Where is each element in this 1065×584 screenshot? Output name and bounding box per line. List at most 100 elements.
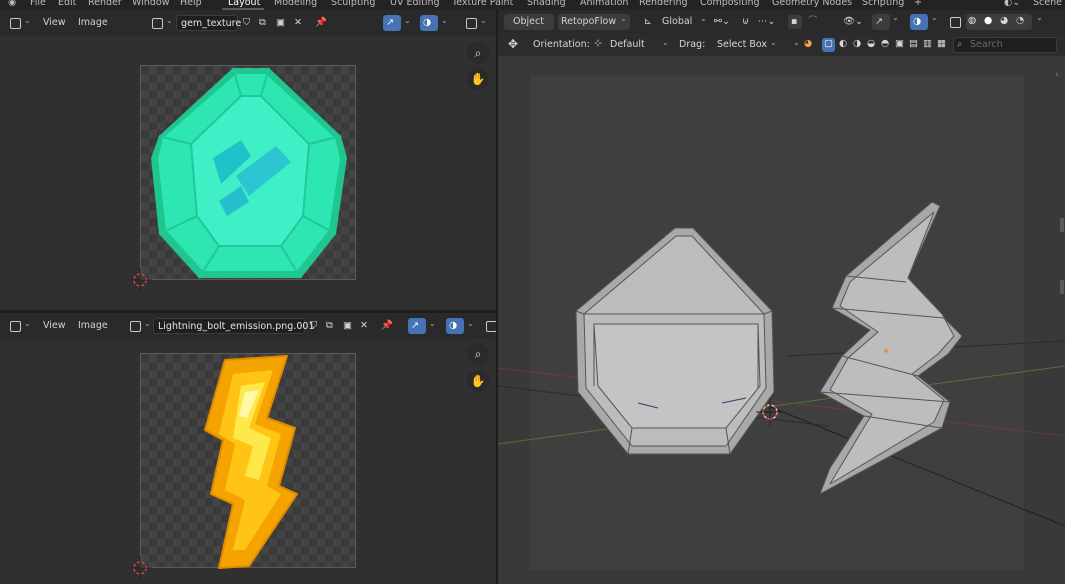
select-mode-set-button[interactable]: ▢ bbox=[822, 38, 835, 52]
workspace-tab-geometry-nodes[interactable]: Geometry Nodes bbox=[772, 0, 852, 8]
pan-hand-icon[interactable]: ✋ bbox=[467, 370, 489, 392]
add-workspace-icon[interactable]: + bbox=[914, 0, 922, 8]
workspace-tab-scripting[interactable]: Scripting bbox=[862, 0, 904, 8]
chevron-down-icon[interactable]: ⌄ bbox=[166, 16, 173, 25]
scene-name[interactable]: Scene bbox=[1033, 0, 1062, 8]
tool-option-icon[interactable]: ▥ bbox=[923, 38, 932, 49]
zoom-icon[interactable]: ⌕ bbox=[467, 343, 489, 365]
2d-cursor-icon[interactable] bbox=[128, 556, 152, 580]
select-extend-icon[interactable]: ◐ bbox=[839, 38, 847, 49]
menu-render[interactable]: Render bbox=[88, 0, 122, 8]
unlink-image-icon[interactable]: ✕ bbox=[360, 319, 368, 333]
menu-edit[interactable]: Edit bbox=[58, 0, 76, 8]
pivot-link-icon[interactable]: ⚯⌄ bbox=[714, 15, 730, 29]
view-menu[interactable]: View bbox=[43, 16, 66, 30]
chevron-down-icon[interactable]: ⌄ bbox=[144, 319, 151, 328]
zoom-icon[interactable]: ⌕ bbox=[467, 42, 489, 64]
image-menu[interactable]: Image bbox=[78, 319, 108, 333]
workspace-tab-sculpting[interactable]: Sculpting bbox=[331, 0, 375, 8]
overlays-toggle[interactable]: ◑ bbox=[910, 14, 928, 30]
fake-user-shield-icon[interactable]: ⛉ bbox=[310, 319, 317, 333]
visibility-icon[interactable]: 👁⌄ bbox=[843, 15, 863, 29]
falloff-icon[interactable]: ⌒ bbox=[808, 15, 818, 29]
workspace-tab-modeling[interactable]: Modeling bbox=[274, 0, 317, 8]
workspace-tab-uv-editing[interactable]: UV Editing bbox=[390, 0, 440, 8]
transform-orientation-value[interactable]: Global bbox=[662, 15, 692, 29]
image-browse-icon[interactable] bbox=[152, 17, 163, 29]
select-intersect-icon[interactable]: ◓ bbox=[881, 38, 889, 49]
gizmo-toggle[interactable]: ↗ bbox=[872, 14, 890, 30]
retopoflow-menu[interactable]: RetopoFlow ⌄ bbox=[558, 14, 630, 30]
overlay-icon[interactable] bbox=[466, 17, 477, 29]
menu-help[interactable]: Help bbox=[180, 0, 202, 8]
image-canvas-bolt[interactable] bbox=[140, 353, 356, 569]
chevron-down-icon[interactable]: ⌄ bbox=[404, 16, 411, 25]
3d-viewport[interactable]: Object RetopoFlow ⌄ ⊾ Global ⌄ ⚯⌄ ⊍ ⋯⌄ ▪… bbox=[498, 10, 1065, 584]
sample-tool-button[interactable]: ↗ bbox=[383, 15, 401, 31]
workspace-tab-rendering[interactable]: Rendering bbox=[639, 0, 688, 8]
display-mode-button[interactable]: ◑ bbox=[446, 318, 464, 334]
workspace-tab-animation[interactable]: Animation bbox=[580, 0, 628, 8]
wireframe-shading-icon[interactable]: ◍ bbox=[968, 14, 976, 28]
tool-option-icon[interactable]: ▣ bbox=[895, 38, 904, 49]
drag-value[interactable]: Select Box bbox=[717, 39, 767, 50]
display-mode-button[interactable]: ◑ bbox=[420, 15, 438, 31]
workspace-tab-shading[interactable]: Shading bbox=[527, 0, 566, 8]
chevron-down-icon[interactable]: ⌄ bbox=[770, 38, 777, 47]
new-image-icon[interactable]: ▣ bbox=[276, 16, 285, 30]
chevron-down-icon[interactable]: ⌄ bbox=[24, 16, 31, 25]
chevron-down-icon[interactable]: ⌄ bbox=[480, 16, 487, 25]
duplicate-image-icon[interactable]: ⧉ bbox=[326, 319, 333, 333]
proportional-edit-button[interactable]: ▪ bbox=[788, 15, 802, 29]
sample-tool-button[interactable]: ↗ bbox=[408, 318, 426, 334]
sidebar-handle[interactable] bbox=[1060, 280, 1064, 294]
tool-option-icon[interactable]: ▦ bbox=[937, 38, 946, 49]
chevron-down-icon[interactable]: ⌄ bbox=[1036, 13, 1043, 22]
transform-gizmo-icon[interactable]: ✥ bbox=[508, 37, 518, 51]
image-browse-icon[interactable] bbox=[130, 320, 141, 332]
workspace-tab-compositing[interactable]: Compositing bbox=[700, 0, 760, 8]
pan-hand-icon[interactable]: ✋ bbox=[467, 68, 489, 90]
search-input[interactable]: ⌕ Search bbox=[953, 37, 1057, 53]
new-image-icon[interactable]: ▣ bbox=[343, 319, 352, 333]
editor-type-icon[interactable] bbox=[10, 17, 21, 29]
orientation-value[interactable]: Default bbox=[610, 39, 645, 50]
scene-selector-icon[interactable]: ◐⌄ bbox=[1004, 0, 1020, 8]
orientation-axes-icon[interactable]: ⊹ bbox=[594, 38, 602, 49]
pin-icon[interactable]: 📌 bbox=[381, 319, 393, 333]
pin-icon[interactable]: 📌 bbox=[315, 16, 327, 30]
rendered-shading-icon[interactable]: ◔ bbox=[1016, 14, 1024, 28]
editor-type-icon[interactable] bbox=[10, 320, 21, 332]
transform-orientation-icon[interactable]: ⊾ bbox=[644, 15, 652, 29]
chevron-down-icon[interactable]: ⌄ bbox=[931, 13, 938, 22]
tool-option-icon[interactable]: ▤ bbox=[909, 38, 918, 49]
chevron-down-icon[interactable]: ⌄ bbox=[892, 13, 899, 22]
chevron-down-icon[interactable]: ⌄ bbox=[441, 16, 448, 25]
chevron-down-icon[interactable]: ⌄ bbox=[429, 319, 436, 328]
chevron-down-icon[interactable]: ⌄ bbox=[24, 319, 31, 328]
chevron-down-icon[interactable]: ⌄ bbox=[793, 38, 800, 47]
image-menu[interactable]: Image bbox=[78, 16, 108, 30]
select-invert-icon[interactable]: ◒ bbox=[867, 38, 875, 49]
solid-shading-icon[interactable]: ● bbox=[984, 14, 992, 28]
2d-cursor-icon[interactable] bbox=[128, 268, 152, 292]
color-wheel-icon[interactable]: ◕ bbox=[804, 38, 812, 49]
xray-icon[interactable] bbox=[950, 17, 961, 28]
overlay-icon[interactable] bbox=[486, 320, 496, 332]
fake-user-shield-icon[interactable]: ⛉ bbox=[243, 16, 250, 30]
select-subtract-icon[interactable]: ◑ bbox=[853, 38, 861, 49]
menu-file[interactable]: File bbox=[30, 0, 46, 8]
snap-magnet-icon[interactable]: ⊍ bbox=[742, 15, 749, 29]
chevron-down-icon[interactable]: ⌄ bbox=[700, 14, 707, 23]
image-name-field[interactable]: Lightning_bolt_emission.png.001 bbox=[153, 318, 315, 334]
image-name-field[interactable]: gem_texture bbox=[176, 15, 241, 31]
chevron-down-icon[interactable]: ⌄ bbox=[662, 38, 669, 47]
menu-window[interactable]: Window bbox=[132, 0, 169, 8]
unlink-image-icon[interactable]: ✕ bbox=[294, 16, 302, 30]
chevron-left-icon[interactable]: ‹ bbox=[1055, 70, 1059, 80]
material-shading-icon[interactable]: ◕ bbox=[1000, 14, 1008, 28]
view-menu[interactable]: View bbox=[43, 319, 66, 333]
sidebar-handle[interactable] bbox=[1060, 218, 1064, 232]
chevron-down-icon[interactable]: ⌄ bbox=[467, 319, 474, 328]
mode-selector[interactable]: Object bbox=[504, 14, 554, 30]
